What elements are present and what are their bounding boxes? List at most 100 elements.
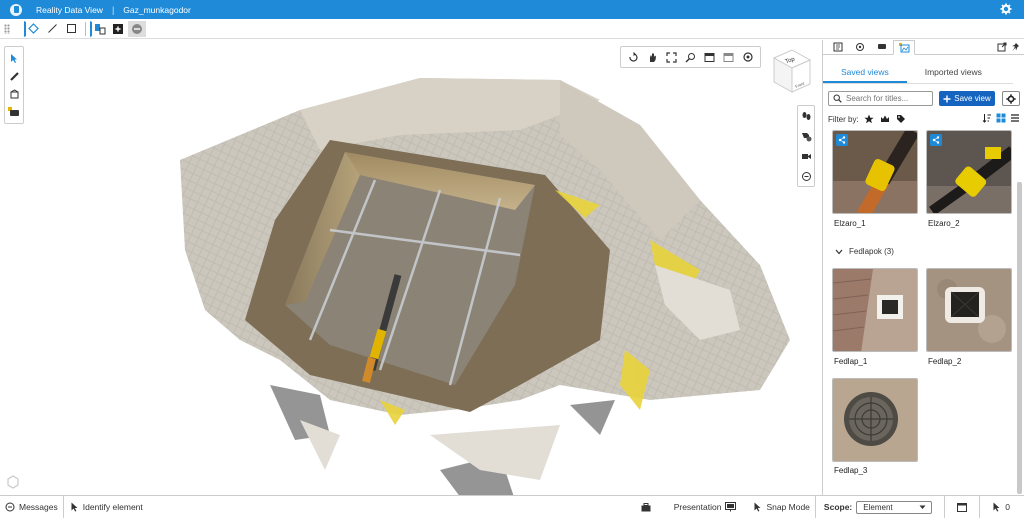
saved-view-thumbnail[interactable] [926,268,1012,352]
measure-tool-button[interactable] [6,67,22,85]
zoom-window-icon[interactable] [681,48,700,66]
scope-value: Element [863,502,893,512]
remove-button[interactable] [128,20,146,37]
clip-tool-button[interactable] [6,85,22,103]
navigation-toolbar [620,46,761,68]
title-bar: Reality Data View | Gaz_munkagodor [0,0,1024,19]
saved-view-thumbnail[interactable] [832,378,918,462]
walk-icon[interactable] [801,111,812,122]
messages-button[interactable]: Messages [0,495,64,518]
share-icon[interactable] [930,134,942,146]
view-image [833,379,917,461]
tab-properties[interactable] [827,39,849,54]
project-name: Gaz_munkagodor [123,4,191,15]
identify-label: Identify element [82,502,143,512]
select-tool-button[interactable] [6,49,22,67]
rotate-view-icon[interactable] [624,48,643,66]
camera-settings-icon[interactable] [801,131,812,142]
gear-icon [1006,93,1016,104]
plus-icon [943,95,951,102]
tab-imported-views[interactable]: Imported views [907,62,1000,83]
presentation-button[interactable]: Presentation [669,496,742,518]
saved-view-label: Fedlap_3 [834,466,868,475]
chat-bubble-icon [5,502,15,512]
view-cube[interactable]: Top Front [770,48,812,98]
save-view-label: Save view [954,94,991,103]
saved-view-thumbnail[interactable] [926,130,1012,214]
chevron-down-icon [919,505,926,509]
search-input[interactable] [846,94,931,103]
filter-crown-icon[interactable] [880,114,891,125]
selection-count-value: 0 [1005,502,1010,512]
add-box-button[interactable] [109,21,127,37]
bentley-watermark-icon [7,475,19,489]
view-settings-icon[interactable] [738,48,757,66]
tab-saved-views-list[interactable]: Saved views [823,62,907,83]
saved-view-thumbnail[interactable] [832,130,918,214]
app-title: Reality Data View [36,4,103,15]
draw-line-button[interactable] [43,21,61,37]
scope-select[interactable]: Element [856,500,933,514]
status-bar: Messages Identify element Presentation S… [0,495,1024,518]
save-view-button[interactable]: Save view [939,91,995,106]
pin-icon[interactable] [1011,42,1021,52]
share-icon[interactable] [836,134,848,146]
briefcase-icon [641,502,651,511]
search-icon [833,94,842,103]
section-view-icon[interactable] [719,48,738,66]
window-area-icon[interactable] [700,48,719,66]
tab-issues[interactable] [871,39,893,54]
settings-gear-icon[interactable] [1000,3,1012,15]
panel-tab-bar [823,40,1024,55]
filter-tag-icon[interactable] [896,114,907,125]
view-settings-button[interactable] [1002,91,1020,106]
list-view-icon[interactable] [1010,113,1020,125]
history-icon[interactable] [801,171,812,182]
filter-star-icon[interactable] [864,114,875,125]
saved-view-label: Fedlap_1 [834,357,868,366]
sketch-tool-button[interactable] [90,20,108,37]
window-icon [957,502,968,512]
messages-label: Messages [19,502,58,512]
selection-cursor-icon [993,502,1000,512]
snap-mode-button[interactable]: Snap Mode [741,495,816,518]
view-group-header[interactable]: Fedlapok (3) [835,247,894,256]
views-panel: Saved views Imported views Save view Fil… [822,40,1024,495]
sort-icon[interactable] [982,113,992,125]
snap-mode-label: Snap Mode [766,502,810,512]
video-camera-icon[interactable] [801,151,812,162]
cursor-icon [71,502,78,512]
views-search-field[interactable] [828,91,933,106]
panel-scrollbar[interactable] [1017,182,1022,494]
chevron-down-icon [835,249,843,254]
3d-viewport[interactable]: Top Front [0,40,822,495]
draw-point-button[interactable] [24,20,42,37]
view-tools-palette [4,46,24,124]
title-separator: | [111,4,115,15]
views-subtabs: Saved views Imported views [823,62,1013,84]
window-toggle-button[interactable] [944,495,981,518]
presentation-icon [725,502,737,512]
pan-view-icon[interactable] [643,48,662,66]
saved-view-thumbnail[interactable] [832,268,918,352]
presentation-icon-button[interactable] [636,496,669,518]
toolbar-grip-icon[interactable] [4,23,10,34]
main-toolbar [0,19,1024,39]
markup-tool-button[interactable] [6,103,22,121]
view-image [927,269,1011,351]
scope-label: Scope: [823,502,853,512]
reality-mesh-scene[interactable] [0,40,822,495]
toolbar-separator [85,21,86,36]
app-logo-icon [10,3,22,16]
grid-view-icon[interactable] [996,113,1006,125]
view-side-toolbar [797,105,815,187]
draw-rectangle-button[interactable] [62,21,80,37]
identify-element-button[interactable]: Identify element [64,496,148,518]
filter-bar: Filter by: [828,112,1020,126]
fit-view-icon[interactable] [662,48,681,66]
presentation-label: Presentation [673,502,722,512]
tab-saved-views[interactable] [893,40,915,55]
selection-count[interactable]: 0 [980,496,1024,518]
popout-icon[interactable] [997,42,1007,52]
tab-models[interactable] [849,39,871,54]
